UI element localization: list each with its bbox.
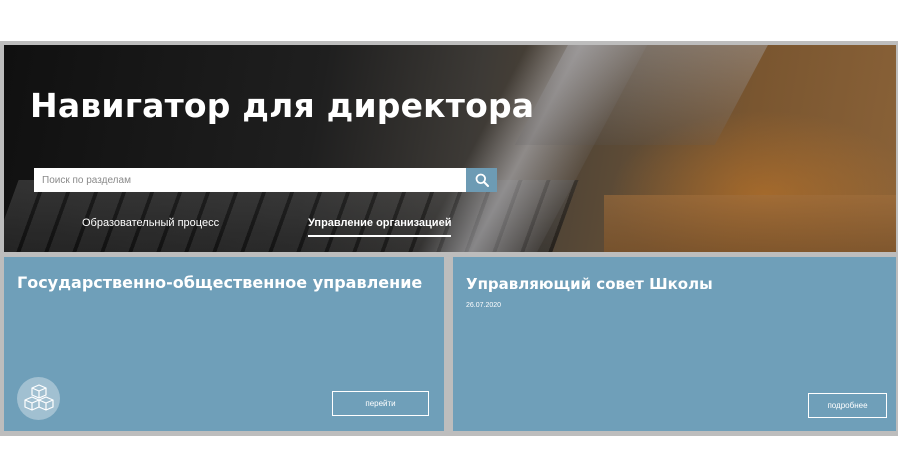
tab-organization-management[interactable]: Управление организацией: [308, 217, 452, 237]
search-button[interactable]: [466, 168, 497, 192]
card-date: 26.07.2020: [466, 302, 502, 309]
card-title: Управляющий совет Школы: [466, 275, 713, 293]
details-button[interactable]: подробнее: [808, 393, 887, 418]
search-input[interactable]: [34, 168, 466, 192]
tab-educational-process[interactable]: Образовательный процесс: [82, 217, 219, 235]
blocks-icon: [17, 377, 60, 420]
go-button[interactable]: перейти: [332, 391, 429, 416]
page-title: Навигатор для директора: [30, 86, 535, 125]
card-title: Государственно-общественное управление: [17, 273, 423, 292]
search-icon: [475, 173, 489, 187]
section-tabs: Образовательный процесс Управление орган…: [0, 212, 898, 242]
card-school-council: Управляющий совет Школы 26.07.2020 подро…: [453, 257, 896, 431]
search-form: [34, 168, 497, 192]
card-public-administration: Государственно-общественное управление п…: [4, 257, 444, 431]
